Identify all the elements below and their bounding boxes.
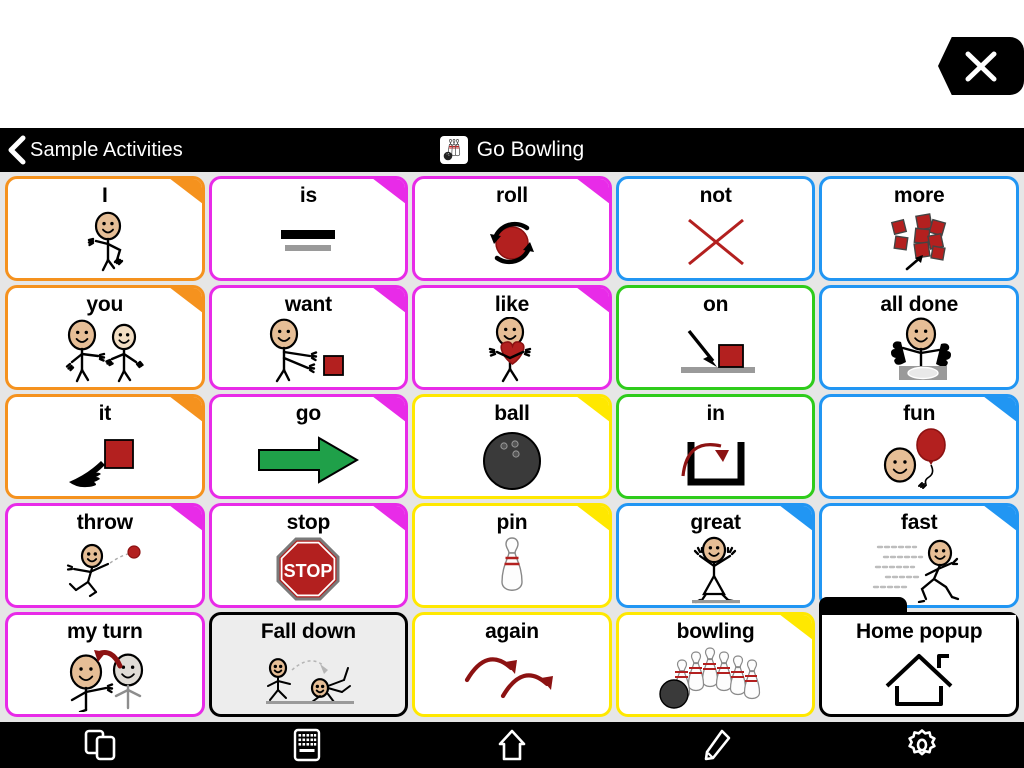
person-reaching-block-icon <box>212 318 406 384</box>
cell-label: all done <box>880 293 959 316</box>
person-throwing-ball-icon <box>8 536 202 602</box>
hand-pointing-block-icon <box>8 427 202 493</box>
grid-cell-it[interactable]: it <box>5 394 205 499</box>
cell-label: it <box>98 402 112 425</box>
cell-label: in <box>706 402 725 425</box>
grid-cell-home-popup[interactable]: Home popup <box>819 597 1019 717</box>
arrow-into-container-icon <box>619 427 813 493</box>
cell-label: pin <box>496 511 528 534</box>
grid-cell-is[interactable]: is <box>208 176 409 281</box>
grid-cell-throw[interactable]: throw <box>5 503 205 608</box>
grid-cell-again[interactable]: again <box>412 612 612 717</box>
cell-label: great <box>690 511 741 534</box>
grid-cell-great[interactable]: great <box>615 503 816 608</box>
cell-label: bowling <box>676 620 755 643</box>
header-bar: Sample Activities Go Bowling <box>0 128 1024 172</box>
cell-label: fun <box>903 402 936 425</box>
folder-tab <box>819 597 908 617</box>
top-strip <box>0 0 1024 128</box>
grid-cell-you[interactable]: you <box>5 285 205 390</box>
stop-sign-icon: STOP <box>212 536 406 602</box>
cell-label: Fall down <box>260 620 356 643</box>
person-pointing-self-icon <box>8 209 202 275</box>
grid-cell-all-done[interactable]: all done <box>819 285 1019 390</box>
pages-icon <box>85 729 116 761</box>
grid-cell-in[interactable]: in <box>615 394 816 499</box>
house-outline-icon <box>822 645 1016 711</box>
grid-cell-roll[interactable]: roll <box>412 176 612 281</box>
person-falling-icon <box>212 645 406 711</box>
close-button[interactable] <box>938 37 1024 95</box>
svg-text:STOP: STOP <box>284 561 333 581</box>
grid-cell-i[interactable]: I <box>5 176 205 281</box>
pencil-icon <box>704 729 731 761</box>
cell-label: stop <box>286 511 331 534</box>
bowling-pins-icon <box>439 136 468 164</box>
person-running-fast-icon <box>822 536 1016 603</box>
cell-label: want <box>284 293 332 316</box>
cell-label: I <box>101 184 108 207</box>
repeat-arrows-icon <box>415 645 609 711</box>
cell-label: you <box>86 293 124 316</box>
two-people-pointing-icon <box>8 318 202 384</box>
grid-cell-like[interactable]: like <box>412 285 612 390</box>
cell-label: Home popup <box>856 620 983 643</box>
page-title: Go Bowling <box>476 138 585 161</box>
back-button[interactable]: Sample Activities <box>6 128 183 172</box>
grid-cell-want[interactable]: want <box>208 285 409 390</box>
bottom-toolbar <box>0 722 1024 768</box>
person-pointing-self-arrow-icon <box>8 645 202 712</box>
grid-cell-pin[interactable]: pin <box>412 503 612 608</box>
cell-label: go <box>295 402 322 425</box>
toolbar-keyboard-button[interactable] <box>205 722 410 768</box>
bowling-pins-ball-icon <box>619 645 813 711</box>
back-button-label: Sample Activities <box>30 138 183 161</box>
grid-cell-on[interactable]: on <box>615 285 816 390</box>
toolbar-pages-button[interactable] <box>0 722 205 768</box>
cell-label: is <box>299 184 317 207</box>
chevron-left-icon <box>8 135 26 165</box>
toolbar-home-button[interactable] <box>410 722 615 768</box>
toolbar-edit-button[interactable] <box>614 722 819 768</box>
grid-cell-fast[interactable]: fast <box>819 503 1019 608</box>
keyboard-icon <box>293 728 321 762</box>
cell-label: fast <box>900 511 938 534</box>
person-hands-up-plate-icon <box>822 317 1016 384</box>
grid-cell-more[interactable]: more <box>819 176 1019 281</box>
rolling-ball-arrows-icon <box>415 209 609 275</box>
cell-label: throw <box>76 511 133 534</box>
grid-cell-go[interactable]: go <box>208 394 409 499</box>
person-cheering-icon <box>619 536 813 604</box>
arrow-onto-block-icon <box>619 318 813 384</box>
bowling-pin-icon <box>415 536 609 602</box>
grid-cell-fall-down[interactable]: Fall down <box>208 612 409 717</box>
symbol-grid: I is roll not more you want like on all … <box>0 172 1024 722</box>
grid-cell-ball[interactable]: ball <box>412 394 612 499</box>
grid-cell-my-turn[interactable]: my turn <box>5 612 205 717</box>
blocks-pile-arrow-icon <box>822 209 1016 275</box>
cell-label: like <box>494 293 530 316</box>
close-icon <box>965 51 997 82</box>
cell-label: ball <box>494 402 530 425</box>
equals-bars-icon <box>212 209 406 275</box>
home-icon <box>498 729 526 761</box>
green-arrow-right-icon <box>212 427 406 493</box>
gear-icon <box>907 729 936 756</box>
red-x-icon <box>619 209 813 275</box>
cell-label: more <box>893 184 945 207</box>
cell-label: again <box>485 620 539 643</box>
bowling-ball-icon <box>415 427 609 493</box>
grid-cell-stop[interactable]: stop STOP <box>208 503 409 608</box>
face-balloon-icon <box>822 427 1016 493</box>
cell-label: my turn <box>66 620 143 643</box>
grid-cell-bowling[interactable]: bowling <box>615 612 816 717</box>
grid-cell-fun[interactable]: fun <box>819 394 1019 499</box>
cell-label: not <box>699 184 732 207</box>
cell-label: roll <box>496 184 528 207</box>
cell-label: on <box>702 293 729 316</box>
grid-cell-not[interactable]: not <box>615 176 816 281</box>
toolbar-settings-button[interactable] <box>819 722 1024 768</box>
app-root: Sample Activities Go Bowling I is roll n… <box>0 0 1024 768</box>
person-hugging-heart-icon <box>415 317 609 384</box>
